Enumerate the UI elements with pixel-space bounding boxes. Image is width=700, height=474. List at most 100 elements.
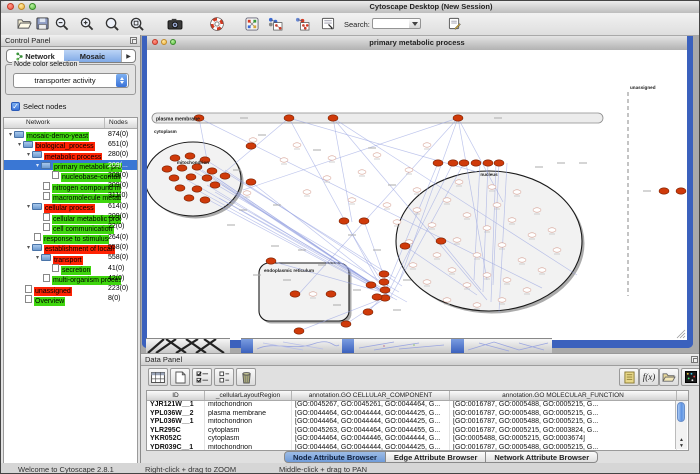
network-node-selected[interactable] bbox=[436, 238, 446, 244]
network-node[interactable] bbox=[443, 298, 451, 302]
scrollbar-thumb[interactable] bbox=[677, 402, 685, 422]
network-node[interactable] bbox=[293, 143, 301, 147]
edit-search-icon[interactable] bbox=[445, 15, 463, 32]
expand-arrow-icon[interactable]: ▾ bbox=[7, 131, 14, 138]
network-node[interactable] bbox=[455, 180, 463, 184]
more-tabs-button[interactable]: ▶ bbox=[121, 50, 135, 62]
network-node[interactable] bbox=[553, 248, 561, 252]
duplicate-network-red-icon[interactable] bbox=[293, 15, 311, 32]
network-node-selected[interactable] bbox=[192, 186, 202, 192]
network-node-selected[interactable] bbox=[266, 258, 276, 264]
compartment-nucleus[interactable] bbox=[396, 171, 582, 311]
network-node[interactable] bbox=[413, 208, 421, 212]
network-node[interactable] bbox=[309, 292, 317, 296]
network-node-selected[interactable] bbox=[186, 174, 196, 180]
table-column-header[interactable]: _cellularLayoutRegion bbox=[205, 391, 292, 400]
network-node-selected[interactable] bbox=[162, 166, 172, 172]
table-scrollbar[interactable]: ▲▼ bbox=[675, 401, 687, 449]
network-node[interactable] bbox=[523, 288, 531, 292]
network-node[interactable] bbox=[373, 153, 381, 157]
zoom-out-icon[interactable] bbox=[53, 15, 71, 32]
network-node-selected[interactable] bbox=[341, 321, 351, 327]
network-node-selected[interactable] bbox=[459, 160, 469, 166]
network-node[interactable] bbox=[280, 158, 288, 162]
close-window-button[interactable] bbox=[7, 3, 14, 10]
network-node[interactable] bbox=[463, 283, 471, 287]
expand-arrow-icon[interactable]: ▾ bbox=[16, 141, 23, 148]
network-node[interactable] bbox=[548, 228, 556, 232]
matrix-icon[interactable] bbox=[681, 368, 700, 386]
network-node[interactable] bbox=[423, 143, 431, 147]
network-node-selected[interactable] bbox=[200, 197, 210, 203]
network-node[interactable] bbox=[428, 223, 436, 227]
background-window-thumbnail[interactable] bbox=[354, 338, 451, 353]
network-node[interactable] bbox=[528, 233, 536, 237]
new-attribute-icon[interactable] bbox=[170, 368, 190, 386]
network-node[interactable] bbox=[249, 138, 257, 142]
background-window-edge[interactable] bbox=[451, 338, 464, 353]
search-dropdown-arrow[interactable] bbox=[409, 18, 421, 29]
network-node-selected[interactable] bbox=[169, 175, 179, 181]
network-window[interactable]: primary metabolic process plasma membran… bbox=[142, 36, 693, 348]
tree-row[interactable]: Overview8(0) bbox=[4, 294, 137, 304]
network-node-selected[interactable] bbox=[185, 153, 195, 159]
network-node-selected[interactable] bbox=[366, 282, 376, 288]
network-node[interactable] bbox=[448, 268, 456, 272]
annotation-form-icon[interactable] bbox=[319, 15, 337, 32]
import-folder-icon[interactable] bbox=[659, 368, 679, 386]
network-node-selected[interactable] bbox=[207, 168, 217, 174]
network-node[interactable] bbox=[463, 213, 471, 217]
network-node[interactable] bbox=[473, 253, 481, 257]
network-node[interactable] bbox=[413, 188, 421, 192]
network-node-selected[interactable] bbox=[448, 160, 458, 166]
zoom-fit-icon[interactable] bbox=[103, 15, 121, 32]
network-node-selected[interactable] bbox=[246, 143, 256, 149]
network-node[interactable] bbox=[443, 198, 451, 202]
control-panel-float-icon[interactable] bbox=[130, 37, 137, 44]
select-nodes-checkbox[interactable]: ✓ bbox=[11, 102, 20, 111]
network-node-selected[interactable] bbox=[379, 279, 389, 285]
table-column-header[interactable]: annotation.GO MOLECULAR_FUNCTION bbox=[450, 391, 677, 400]
network-node[interactable] bbox=[498, 298, 506, 302]
resize-grip-icon[interactable] bbox=[677, 330, 685, 338]
formula-fx-icon[interactable]: f(x) bbox=[639, 368, 659, 386]
network-node[interactable] bbox=[453, 238, 461, 242]
background-window-thumbnail[interactable] bbox=[253, 338, 342, 353]
data-panel-float-icon[interactable] bbox=[691, 356, 698, 363]
save-icon[interactable] bbox=[33, 15, 51, 32]
minimize-window-button[interactable] bbox=[18, 3, 25, 10]
network-node-selected[interactable] bbox=[175, 185, 185, 191]
snapshot-camera-icon[interactable] bbox=[166, 15, 184, 32]
tab-edge-attribute-browser[interactable]: Edge Attribute Browser bbox=[386, 451, 486, 463]
zoom-window-button[interactable] bbox=[29, 3, 36, 10]
duplicate-network-blue-icon[interactable] bbox=[266, 15, 284, 32]
network-node[interactable] bbox=[493, 203, 501, 207]
network-node[interactable] bbox=[303, 190, 311, 194]
expand-arrow-icon[interactable]: ▾ bbox=[25, 244, 32, 251]
network-node-selected[interactable] bbox=[379, 271, 389, 277]
table-row[interactable]: YKR052Ccytoplasm[GO:0044464, GO:0044446,… bbox=[147, 435, 688, 444]
zoom-selected-icon[interactable] bbox=[128, 15, 146, 32]
network-node-selected[interactable] bbox=[177, 165, 187, 171]
network-node[interactable] bbox=[423, 280, 431, 284]
network-node-selected[interactable] bbox=[284, 115, 294, 121]
network-node[interactable] bbox=[243, 191, 251, 195]
help-lifebuoy-icon[interactable] bbox=[208, 15, 226, 32]
attribute-table-icon[interactable] bbox=[148, 368, 168, 386]
network-node[interactable] bbox=[498, 243, 506, 247]
table-column-header[interactable]: annotation.GO CELLULAR_COMPONENT bbox=[292, 391, 450, 400]
network-node-selected[interactable] bbox=[400, 243, 410, 249]
network-node[interactable] bbox=[433, 253, 441, 257]
network-node-selected[interactable] bbox=[659, 188, 669, 194]
network-canvas[interactable]: plasma membranecytoplasmmitochondrionnuc… bbox=[147, 50, 687, 340]
network-node-selected[interactable] bbox=[359, 218, 369, 224]
background-window-thumbnail[interactable] bbox=[146, 338, 230, 353]
network-node[interactable] bbox=[503, 278, 511, 282]
expand-arrow-icon[interactable]: ▾ bbox=[34, 162, 41, 169]
tab-network-attribute-browser[interactable]: Network Attribute Browser bbox=[486, 451, 598, 463]
network-node-selected[interactable] bbox=[471, 160, 481, 166]
network-node-selected[interactable] bbox=[339, 218, 349, 224]
background-window-edge[interactable] bbox=[342, 338, 354, 353]
network-node[interactable] bbox=[323, 176, 331, 180]
network-node[interactable] bbox=[328, 156, 336, 160]
